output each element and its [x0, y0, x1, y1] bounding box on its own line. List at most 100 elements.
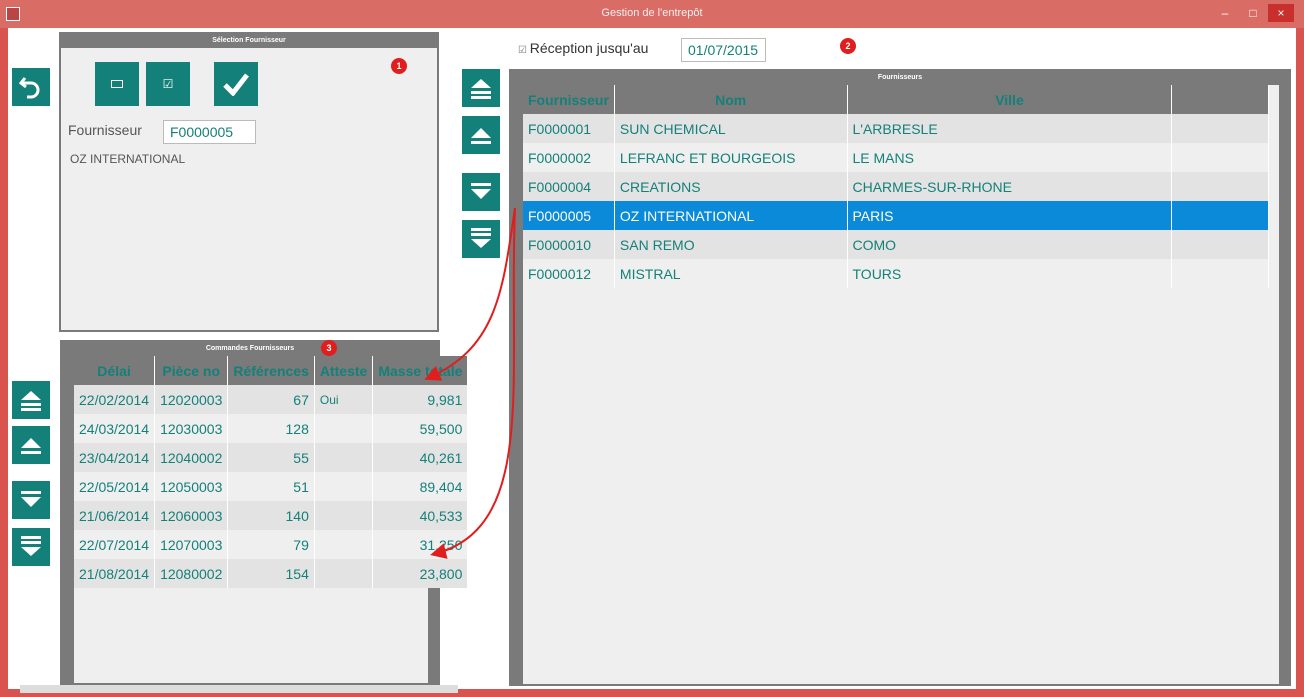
annotation-badge-2: 2	[840, 38, 856, 54]
reception-checkbox[interactable]: ☑ Réception jusqu'au	[518, 40, 648, 56]
suppliers-grid-title: Fournisseurs	[511, 71, 1289, 85]
cell: CHARMES-SUR-RHONE	[847, 172, 1173, 201]
cell	[1171, 114, 1269, 143]
app-window: Gestion de l'entrepôt – □ × Sélection Fo…	[0, 0, 1304, 697]
cell: 140	[227, 501, 315, 530]
cell: 23,800	[372, 559, 469, 588]
cell	[1171, 230, 1269, 259]
supplier-code-input[interactable]: F0000005	[163, 120, 256, 144]
table-row[interactable]: F0000002 LEFRANC ET BOURGEOIS LE MANS	[523, 143, 1269, 172]
cell: 31,250	[372, 530, 469, 559]
table-row[interactable]: 21/06/2014 12060003 140 40,533	[74, 501, 469, 530]
cell: 51	[227, 472, 315, 501]
arrow-last-icon	[21, 536, 41, 556]
col-header[interactable]: Atteste	[314, 356, 374, 385]
cell: 59,500	[372, 414, 469, 443]
cell: 12070003	[154, 530, 229, 559]
table-row[interactable]: 22/05/2014 12050003 51 89,404	[74, 472, 469, 501]
close-button[interactable]: ×	[1268, 4, 1294, 22]
cell: 12030003	[154, 414, 229, 443]
minimize-button[interactable]: –	[1212, 4, 1238, 22]
orders-next-button[interactable]	[12, 481, 50, 519]
orders-left-gutter	[62, 356, 74, 683]
cell	[1171, 172, 1269, 201]
orders-first-button[interactable]	[12, 381, 50, 419]
col-header[interactable]: Références	[227, 356, 315, 385]
cell	[314, 501, 374, 530]
col-header[interactable]: Délai	[74, 356, 156, 385]
col-header[interactable]: Pièce no	[154, 356, 229, 385]
cell: 22/02/2014	[74, 385, 156, 414]
orders-table: Délai Pièce no Références Atteste Masse …	[74, 356, 469, 588]
cell: PARIS	[847, 201, 1173, 230]
table-row-selected[interactable]: F0000005 OZ INTERNATIONAL PARIS	[523, 201, 1269, 230]
horizontal-scrollbar[interactable]	[20, 685, 458, 693]
table-row[interactable]: 24/03/2014 12030003 128 59,500	[74, 414, 469, 443]
suppliers-scrollbar[interactable]	[1279, 85, 1289, 684]
cell: COMO	[847, 230, 1173, 259]
cell: F0000010	[523, 230, 615, 259]
arrow-down-icon	[471, 183, 491, 199]
select-all-button[interactable]: ☑	[146, 62, 190, 106]
table-row[interactable]: 21/08/2014 12080002 154 23,800	[74, 559, 469, 588]
col-header[interactable]: Nom	[614, 85, 848, 114]
cell: 22/05/2014	[74, 472, 156, 501]
orders-previous-button[interactable]	[12, 426, 50, 464]
cell: 55	[227, 443, 315, 472]
title-bar[interactable]: Gestion de l'entrepôt – □ ×	[0, 0, 1304, 28]
orders-grid-panel: Commandes Fournisseurs Délai Pièce no Ré…	[60, 340, 469, 685]
cell: 40,261	[372, 443, 469, 472]
cell: F0000002	[523, 143, 615, 172]
last-row-button[interactable]	[462, 220, 500, 258]
next-row-button[interactable]	[462, 173, 500, 211]
table-row[interactable]: 23/04/2014 12040002 55 40,261	[74, 443, 469, 472]
cell: OZ INTERNATIONAL	[614, 201, 848, 230]
table-row[interactable]: F0000001 SUN CHEMICAL L'ARBRESLE	[523, 114, 1269, 143]
col-header[interactable]: Masse totale	[372, 356, 469, 385]
supplier-name-text: OZ INTERNATIONAL	[70, 152, 186, 166]
table-row[interactable]: F0000004 CREATIONS CHARMES-SUR-RHONE	[523, 172, 1269, 201]
cell: SAN REMO	[614, 230, 848, 259]
checked-box-icon: ☑	[162, 77, 174, 91]
cell: 12040002	[154, 443, 229, 472]
table-row[interactable]: F0000010 SAN REMO COMO	[523, 230, 1269, 259]
suppliers-table: Fournisseur Nom Ville F0000001 SUN CHEMIC…	[523, 85, 1269, 288]
deselect-all-button[interactable]	[95, 62, 139, 106]
cell: LEFRANC ET BOURGEOIS	[614, 143, 848, 172]
cell: 9,981	[372, 385, 469, 414]
table-row[interactable]: F0000012 MISTRAL TOURS	[523, 259, 1269, 288]
arrow-first-icon	[471, 79, 491, 99]
cell: F0000005	[523, 201, 615, 230]
reception-date-input[interactable]: 01/07/2015	[681, 38, 766, 62]
reception-label: Réception jusqu'au	[529, 40, 649, 56]
cell: TOURS	[847, 259, 1173, 288]
cell: F0000001	[523, 114, 615, 143]
cell: L'ARBRESLE	[847, 114, 1173, 143]
validate-button[interactable]	[214, 62, 258, 106]
cell	[314, 443, 374, 472]
arrow-up-icon	[471, 128, 491, 144]
cell: F0000012	[523, 259, 615, 288]
maximize-button[interactable]: □	[1240, 4, 1266, 22]
col-header[interactable]: Ville	[847, 85, 1173, 114]
arrow-up-icon	[21, 438, 41, 454]
cell: MISTRAL	[614, 259, 848, 288]
back-button[interactable]	[12, 68, 50, 106]
cell	[314, 530, 374, 559]
cell: 67	[227, 385, 315, 414]
suppliers-left-gutter	[511, 85, 523, 684]
cell: 12080002	[154, 559, 229, 588]
cell: 21/06/2014	[74, 501, 156, 530]
table-row[interactable]: 22/02/2014 12020003 67 Oui 9,981	[74, 385, 469, 414]
orders-grid-title: Commandes Fournisseurs	[62, 342, 438, 356]
table-row[interactable]: 22/07/2014 12070003 79 31,250	[74, 530, 469, 559]
cell: CREATIONS	[614, 172, 848, 201]
arrow-first-icon	[21, 391, 41, 411]
col-header[interactable]: Fournisseur	[523, 85, 615, 114]
arrow-down-icon	[21, 491, 41, 507]
first-row-button[interactable]	[462, 69, 500, 107]
orders-last-button[interactable]	[12, 528, 50, 566]
cell	[1171, 201, 1269, 230]
cell	[1171, 259, 1269, 288]
previous-row-button[interactable]	[462, 116, 500, 154]
